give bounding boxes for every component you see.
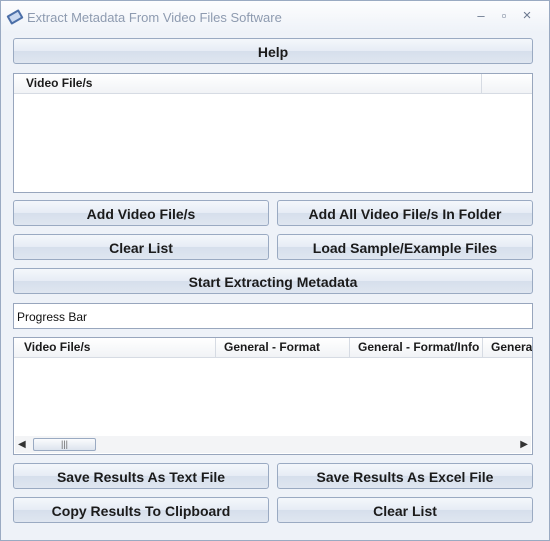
maximize-button[interactable]: ▫ (496, 9, 512, 23)
close-button[interactable]: × (519, 8, 535, 23)
column-header-general-format[interactable]: General - Format (216, 338, 350, 357)
input-list-header: Video File/s (14, 74, 532, 94)
save-excel-file-button[interactable]: Save Results As Excel File (277, 463, 533, 489)
clear-list-button[interactable]: Clear List (13, 234, 269, 260)
scroll-right-icon[interactable]: ▶ (520, 439, 528, 450)
minimize-button[interactable]: – (473, 9, 489, 23)
app-window: Extract Metadata From Video Files Softwa… (0, 0, 550, 541)
progress-bar: Progress Bar (13, 303, 533, 329)
results-list-header: Video File/s General - Format General - … (14, 338, 532, 358)
column-header-general-format-info[interactable]: General - Format/Info (350, 338, 483, 357)
window-title: Extract Metadata From Video Files Softwa… (27, 10, 282, 25)
scroll-thumb[interactable]: ||| (33, 438, 96, 451)
column-header-general-truncated[interactable]: Genera (483, 338, 532, 357)
help-button[interactable]: Help (13, 38, 533, 64)
add-video-files-button[interactable]: Add Video File/s (13, 200, 269, 226)
copy-to-clipboard-button[interactable]: Copy Results To Clipboard (13, 497, 269, 523)
film-reel-icon (6, 9, 24, 25)
title-bar[interactable]: Extract Metadata From Video Files Softwa… (1, 1, 549, 33)
clear-results-button[interactable]: Clear List (277, 497, 533, 523)
scroll-left-icon[interactable]: ◀ (18, 439, 26, 450)
column-header-video-files[interactable]: Video File/s (14, 338, 216, 357)
horizontal-scrollbar[interactable]: ◀ ||| ▶ (15, 436, 531, 453)
add-all-in-folder-button[interactable]: Add All Video File/s In Folder (277, 200, 533, 226)
start-extracting-button[interactable]: Start Extracting Metadata (13, 268, 533, 294)
column-header-video-files[interactable]: Video File/s (14, 74, 482, 93)
save-text-file-button[interactable]: Save Results As Text File (13, 463, 269, 489)
load-sample-files-button[interactable]: Load Sample/Example Files (277, 234, 533, 260)
progress-label: Progress Bar (17, 310, 88, 324)
results-list[interactable]: Video File/s General - Format General - … (13, 337, 533, 455)
input-file-list[interactable]: Video File/s (13, 73, 533, 193)
